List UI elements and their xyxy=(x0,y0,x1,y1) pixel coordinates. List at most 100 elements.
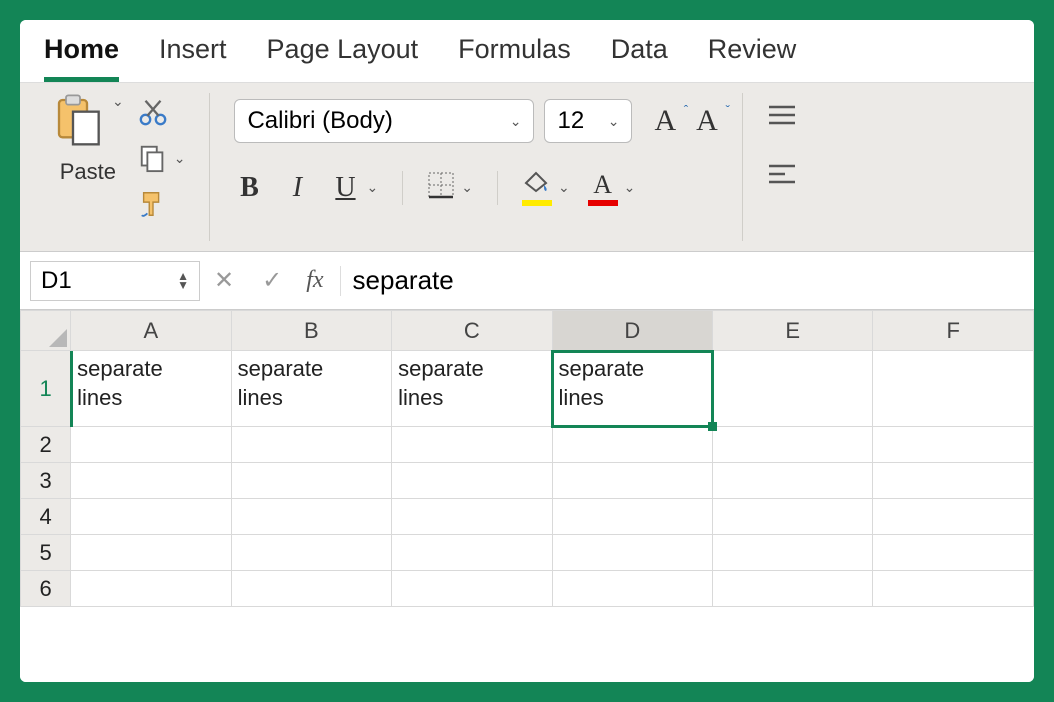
ribbon-toolbar: ⌄ Paste ⌄ xyxy=(20,82,1034,252)
cell-D4[interactable] xyxy=(552,499,712,535)
cell-A2[interactable] xyxy=(71,427,231,463)
cell-D1[interactable]: separate lines xyxy=(552,351,712,427)
cell-B1[interactable]: separate lines xyxy=(231,351,391,427)
col-header-A[interactable]: A xyxy=(71,311,231,351)
cell-F2[interactable] xyxy=(873,427,1034,463)
col-header-F[interactable]: F xyxy=(873,311,1034,351)
font-color-dropdown-icon[interactable]: ⌄ xyxy=(624,179,636,196)
cell-C5[interactable] xyxy=(392,535,552,571)
format-painter-button[interactable] xyxy=(138,189,186,219)
col-header-D[interactable]: D xyxy=(552,311,712,351)
cell-reference: D1 xyxy=(41,267,72,295)
copy-icon xyxy=(138,143,168,173)
row-header-3[interactable]: 3 xyxy=(21,463,71,499)
tab-review[interactable]: Review xyxy=(708,34,797,82)
tab-home[interactable]: Home xyxy=(44,34,119,82)
row-header-5[interactable]: 5 xyxy=(21,535,71,571)
cell-B2[interactable] xyxy=(231,427,391,463)
table-row: 4 xyxy=(21,499,1034,535)
cell-A4[interactable] xyxy=(71,499,231,535)
tab-formulas[interactable]: Formulas xyxy=(458,34,571,82)
cell-A6[interactable] xyxy=(71,571,231,607)
cell-B4[interactable] xyxy=(231,499,391,535)
font-color-icon: A xyxy=(588,170,618,200)
alignment-group xyxy=(743,103,815,241)
name-box[interactable]: D1 ▲▼ xyxy=(30,261,200,301)
confirm-formula-button[interactable]: ✓ xyxy=(262,266,282,295)
cell-E1[interactable] xyxy=(713,351,873,427)
table-row: 5 xyxy=(21,535,1034,571)
underline-dropdown-icon[interactable]: ⌄ xyxy=(366,179,378,196)
fx-label[interactable]: fx xyxy=(306,267,323,294)
table-row: 2 xyxy=(21,427,1034,463)
font-name-value: Calibri (Body) xyxy=(247,107,392,135)
cell-E3[interactable] xyxy=(713,463,873,499)
col-header-E[interactable]: E xyxy=(713,311,873,351)
fill-dropdown-icon[interactable]: ⌄ xyxy=(558,179,570,196)
copy-button[interactable]: ⌄ xyxy=(138,143,186,173)
cell-A5[interactable] xyxy=(71,535,231,571)
cell-E6[interactable] xyxy=(713,571,873,607)
col-header-C[interactable]: C xyxy=(392,311,552,351)
cell-D2[interactable] xyxy=(552,427,712,463)
cell-B3[interactable] xyxy=(231,463,391,499)
underline-button[interactable]: U xyxy=(330,172,360,204)
chevron-down-icon: ⌄ xyxy=(510,113,522,130)
cell-C2[interactable] xyxy=(392,427,552,463)
font-size-select[interactable]: 12 ⌄ xyxy=(544,99,632,143)
cell-B5[interactable] xyxy=(231,535,391,571)
cell-E4[interactable] xyxy=(713,499,873,535)
row-header-1[interactable]: 1 xyxy=(21,351,71,427)
cell-F4[interactable] xyxy=(873,499,1034,535)
tab-insert[interactable]: Insert xyxy=(159,34,227,82)
row-header-2[interactable]: 2 xyxy=(21,427,71,463)
cell-F5[interactable] xyxy=(873,535,1034,571)
row-header-4[interactable]: 4 xyxy=(21,499,71,535)
spreadsheet-grid: A B C D E F 1 separate lines separate li… xyxy=(20,310,1034,682)
increase-font-button[interactable]: Aˆ xyxy=(654,104,676,138)
paintbrush-icon xyxy=(138,189,168,219)
tab-data[interactable]: Data xyxy=(611,34,668,82)
borders-dropdown-icon[interactable]: ⌄ xyxy=(461,179,473,196)
cut-button[interactable] xyxy=(138,97,186,127)
column-headers: A B C D E F xyxy=(21,311,1034,351)
cell-D6[interactable] xyxy=(552,571,712,607)
separator xyxy=(497,171,498,205)
cell-C3[interactable] xyxy=(392,463,552,499)
cell-D5[interactable] xyxy=(552,535,712,571)
scissors-icon xyxy=(138,97,168,127)
cell-C1[interactable]: separate lines xyxy=(392,351,552,427)
cell-E5[interactable] xyxy=(713,535,873,571)
borders-button[interactable] xyxy=(427,171,455,204)
cell-F6[interactable] xyxy=(873,571,1034,607)
name-box-stepper[interactable]: ▲▼ xyxy=(177,272,189,290)
cell-C4[interactable] xyxy=(392,499,552,535)
cell-F1[interactable] xyxy=(873,351,1034,427)
formula-input[interactable] xyxy=(347,265,1024,296)
cell-A1[interactable]: separate lines xyxy=(71,351,231,427)
bold-button[interactable]: B xyxy=(234,172,264,204)
cell-E2[interactable] xyxy=(713,427,873,463)
excel-window: Home Insert Page Layout Formulas Data Re… xyxy=(20,20,1034,682)
copy-dropdown-icon[interactable]: ⌄ xyxy=(174,150,186,167)
cell-A3[interactable] xyxy=(71,463,231,499)
cell-C6[interactable] xyxy=(392,571,552,607)
font-name-select[interactable]: Calibri (Body) ⌄ xyxy=(234,99,534,143)
italic-button[interactable]: I xyxy=(282,172,312,204)
cancel-formula-button[interactable]: ✕ xyxy=(214,266,234,295)
align-left-button[interactable] xyxy=(767,162,797,191)
font-color-button[interactable]: A xyxy=(588,170,618,206)
col-header-B[interactable]: B xyxy=(231,311,391,351)
tab-page-layout[interactable]: Page Layout xyxy=(267,34,419,82)
paste-dropdown-icon[interactable]: ⌄ xyxy=(112,93,124,110)
table-row: 3 xyxy=(21,463,1034,499)
cell-B6[interactable] xyxy=(231,571,391,607)
fill-color-button[interactable] xyxy=(522,169,552,206)
align-top-button[interactable] xyxy=(767,103,797,132)
cell-D3[interactable] xyxy=(552,463,712,499)
select-all-corner[interactable] xyxy=(21,311,71,351)
row-header-6[interactable]: 6 xyxy=(21,571,71,607)
decrease-font-button[interactable]: Aˇ xyxy=(696,104,718,138)
paste-icon[interactable] xyxy=(52,93,108,154)
cell-F3[interactable] xyxy=(873,463,1034,499)
